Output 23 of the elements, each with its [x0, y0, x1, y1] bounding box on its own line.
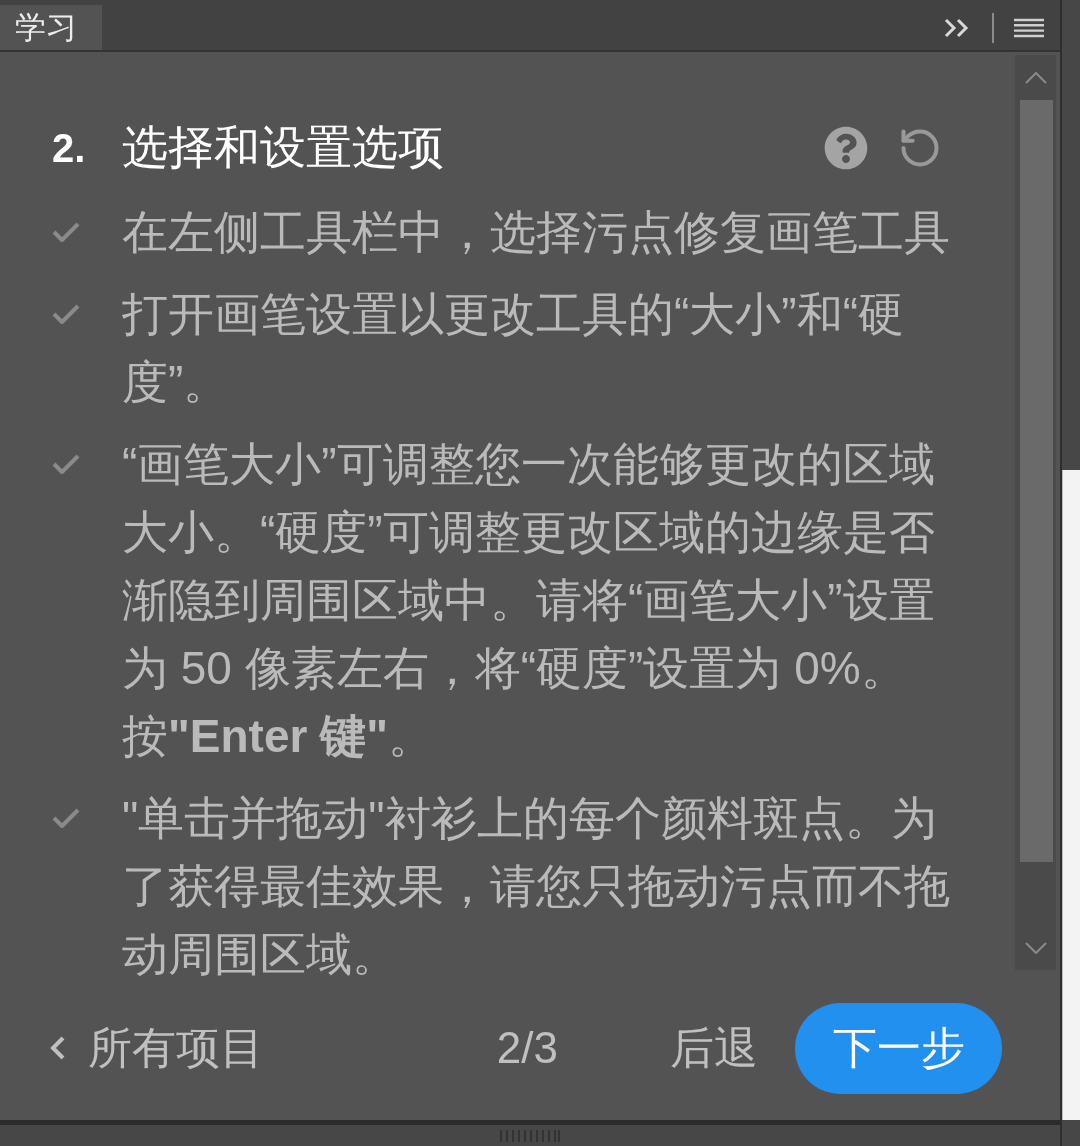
page-counter: 2/3	[496, 1023, 558, 1073]
scroll-up-icon[interactable]	[1024, 71, 1047, 84]
step-title: 选择和设置选项	[122, 120, 444, 175]
instruction-text: 打开画笔设置以更改工具的“大小”和“硬度”。	[122, 287, 905, 410]
instruction-text: "单击并拖动"衬衫上的每个颜料斑点。为了获得最佳效果，请您只拖动污点而不拖动周围区域。	[122, 791, 951, 982]
scroll-down-icon[interactable]	[1024, 941, 1047, 954]
instruction-text: “画笔大小”可调整您一次能够更改的区域大小。“硬度”可调整更改区域的边缘是否渐隐到周围区域中。请将“画笔大小”设置为 50 像素左右，将“硬度”设置为 0%。按"Enter 键"。	[122, 437, 936, 764]
chevron-left-icon	[50, 1036, 65, 1060]
all-projects-link[interactable]: 所有项目	[50, 1018, 264, 1078]
panel-tab[interactable]: 学习	[0, 5, 102, 50]
double-chevron-icon[interactable]	[944, 17, 970, 38]
check-icon	[52, 453, 80, 475]
back-button[interactable]: 后退	[670, 1018, 758, 1078]
check-icon	[52, 303, 80, 325]
scrollbar-track[interactable]	[1015, 55, 1056, 970]
menu-icon[interactable]	[1014, 17, 1044, 38]
check-icon	[52, 807, 80, 829]
step-number: 2.	[52, 125, 87, 171]
check-icon	[52, 221, 80, 243]
scrollbar-thumb[interactable]	[1020, 100, 1053, 862]
help-icon[interactable]	[824, 126, 868, 170]
instruction-text: 在左侧工具栏中，选择污点修复画笔工具	[122, 205, 951, 260]
next-button[interactable]: 下一步	[795, 1002, 1002, 1094]
